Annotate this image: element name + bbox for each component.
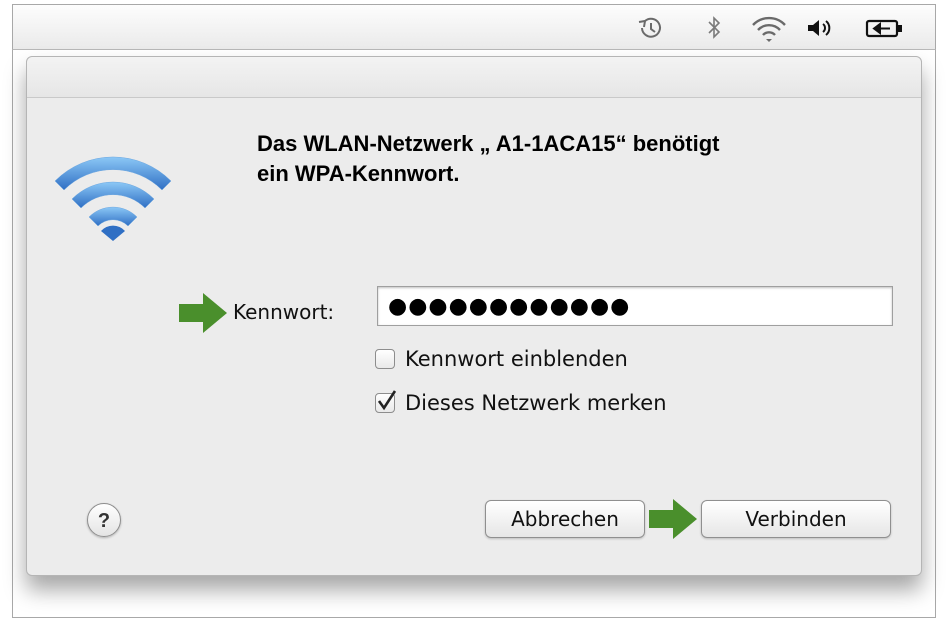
- password-label: Kennwort:: [233, 300, 335, 324]
- dialog-top-bar: [27, 57, 921, 98]
- arrow-indicator-password: [179, 293, 227, 333]
- show-password-checkbox[interactable]: [375, 349, 395, 369]
- arrow-indicator-connect: [649, 499, 697, 539]
- title-line-2: ein WPA-Kennwort.: [257, 161, 460, 186]
- help-button[interactable]: ?: [87, 503, 121, 537]
- show-password-row[interactable]: Kennwort einblenden: [375, 345, 628, 373]
- remember-network-label: Dieses Netzwerk merken: [405, 391, 667, 415]
- cancel-button[interactable]: Abbrechen: [485, 500, 645, 538]
- show-password-label: Kennwort einblenden: [405, 347, 628, 371]
- title-line-1: Das WLAN-Netzwerk „ A1-1ACA15“ benötigt: [257, 131, 720, 156]
- dialog-title: Das WLAN-Netzwerk „ A1-1ACA15“ benötigt …: [257, 129, 877, 189]
- remember-network-row[interactable]: Dieses Netzwerk merken: [375, 389, 667, 417]
- connect-button[interactable]: Verbinden: [701, 500, 891, 538]
- checkmark-icon: [377, 390, 397, 411]
- battery-icon[interactable]: [865, 15, 905, 41]
- wifi-large-icon: [54, 156, 172, 241]
- wifi-password-dialog: Das WLAN-Netzwerk „ A1-1ACA15“ benötigt …: [26, 56, 922, 576]
- menu-bar: [12, 4, 936, 50]
- wifi-icon[interactable]: [751, 15, 787, 43]
- time-machine-icon[interactable]: [637, 15, 665, 41]
- password-field[interactable]: [377, 286, 893, 326]
- volume-icon[interactable]: [805, 15, 835, 41]
- remember-network-checkbox[interactable]: [375, 390, 397, 413]
- bluetooth-icon[interactable]: [705, 15, 723, 41]
